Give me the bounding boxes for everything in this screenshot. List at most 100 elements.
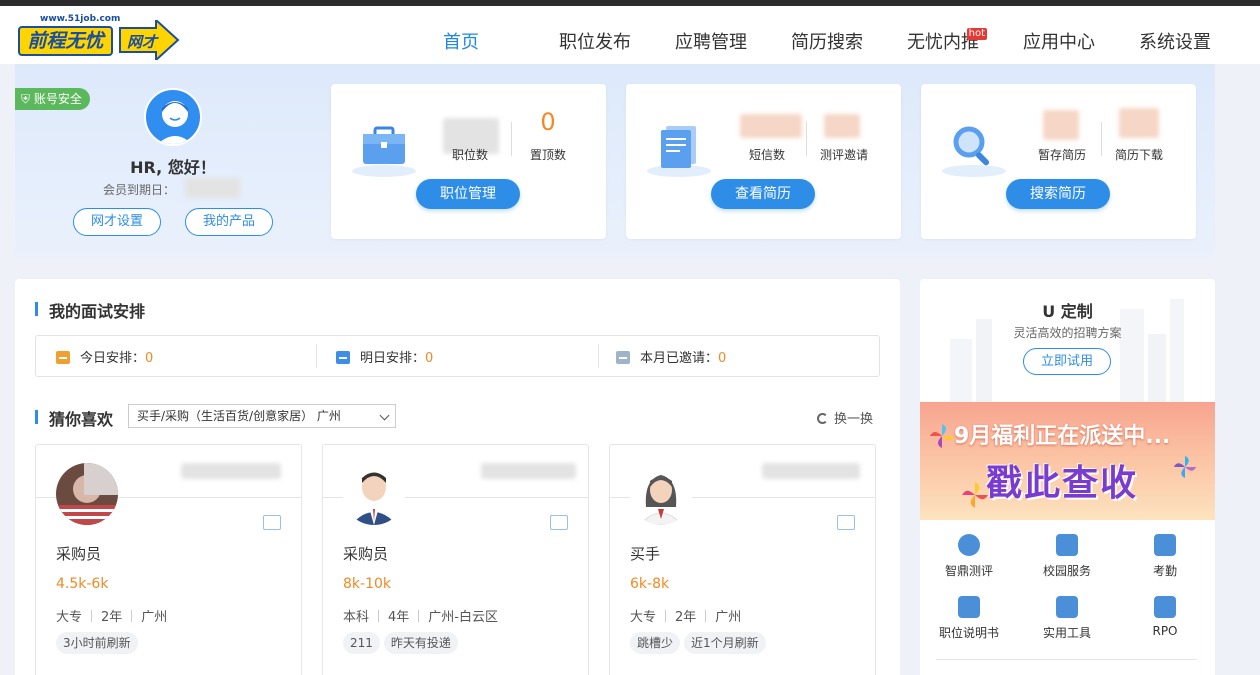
chevron-down-icon (379, 410, 390, 421)
divider (316, 344, 317, 368)
today-interviews[interactable]: 今日安排：0 (56, 347, 153, 366)
safe-badge-label: 账号安全 (33, 92, 82, 106)
candidate-city: 广州 (141, 610, 168, 625)
save-to-folder-icon[interactable] (550, 515, 568, 530)
tool-rpo[interactable]: RPO (1116, 596, 1214, 638)
u-custom-subtitle: 灵活高效的招聘方案 (1013, 326, 1122, 340)
candidate-info: 大专 2年 广州 (630, 606, 741, 625)
candidate-card[interactable]: 采购员 4.5k-6k 大专 2年 广州 3小时前刷新 (35, 444, 302, 675)
nav-system-settings[interactable]: 系统设置 (1117, 12, 1233, 64)
assessment-invite-label: 测评邀请 (819, 148, 868, 162)
tomorrow-interviews[interactable]: 明日安排：0 (336, 347, 433, 366)
job-category-select[interactable]: 买手/采购（生活百货/创意家居） 广州 (128, 404, 396, 428)
promo-banner[interactable]: 9月福利正在派送中... 戳此查收 (920, 402, 1215, 520)
toolbox-icon (1056, 596, 1078, 618)
candidate-meta-blurred (181, 463, 281, 479)
side-panel: U 定制 灵活高效的招聘方案 立即试用 9月福利正在派送中... 戳此查收 智鼎… (920, 279, 1215, 675)
logo-main-text: 前程无忧 (18, 26, 113, 56)
user-avatar[interactable] (144, 88, 202, 146)
nav-label: 职位发布 (559, 32, 631, 53)
calendar-icon (56, 351, 70, 364)
job-count-label: 职位数 (451, 148, 488, 162)
refresh-label: 换一换 (834, 412, 874, 427)
banner-cta-text: 戳此查收 (986, 463, 1139, 504)
pinwheel-icon (1173, 455, 1197, 479)
nav-application-mgmt[interactable]: 应聘管理 (653, 12, 769, 64)
candidate-experience: 4年 (388, 610, 410, 625)
nav-label: 系统设置 (1139, 32, 1211, 53)
candidate-job-title: 买手 (630, 545, 661, 563)
month-invited[interactable]: 本月已邀请：0 (616, 347, 726, 366)
candidate-education: 大专 (56, 610, 83, 625)
candidate-info: 大专 2年 广州 (56, 606, 167, 625)
interview-summary: 今日安排：0 明日安排：0 本月已邀请：0 (35, 335, 880, 377)
tomorrow-label: 明日安排： (360, 351, 426, 366)
tool-campus-service[interactable]: 校园服务 (1018, 534, 1116, 579)
talent-settings-button[interactable]: 网才设置 (73, 208, 161, 236)
nav-resume-search[interactable]: 简历搜索 (769, 12, 885, 64)
select-value: 买手/采购（生活百货/创意家居） 广州 (137, 409, 341, 423)
top-count-value: 0 (540, 108, 556, 136)
candidate-card[interactable]: 采购员 8k-10k 本科 4年 广州-白云区 211 昨天有投递 (322, 444, 589, 675)
briefcase-icon (352, 126, 416, 177)
main-nav: 首页 职位发布 应聘管理 简历搜索 无忧内推 hot 应用中心 系统设置 (421, 12, 1233, 70)
tool-job-description[interactable]: 职位说明书 (920, 596, 1018, 641)
tool-utilities[interactable]: 实用工具 (1018, 596, 1116, 641)
nav-home[interactable]: 首页 (421, 12, 501, 70)
document-icon (647, 126, 711, 177)
candidate-meta-blurred (481, 463, 576, 479)
nav-referral[interactable]: 无忧内推 hot (885, 12, 1001, 64)
candidate-tags: 跳槽少 近1个月刷新 (630, 632, 770, 654)
resume-download-count-blurred (1119, 108, 1159, 138)
candidate-job-title: 采购员 (56, 545, 102, 563)
assessment-count-blurred (824, 114, 860, 138)
divider (598, 344, 599, 368)
interview-section-title: 我的面试安排 (35, 298, 145, 322)
hot-badge: hot (966, 28, 987, 40)
candidate-card[interactable]: 买手 6k-8k 大专 2年 广州 跳槽少 近1个月刷新 (609, 444, 876, 675)
tool-zhiding-assessment[interactable]: 智鼎测评 (920, 534, 1018, 579)
overview-panel: ⛨ 账号安全 HR, 您好！ 会员到期日： 网才设置 我的产品 职位数 0 置顶… (15, 64, 1215, 259)
brain-head-icon (958, 534, 980, 556)
resume-card: 短信数 测评邀请 查看简历 (626, 84, 901, 239)
nav-label: 简历搜索 (791, 32, 863, 53)
candidate-city: 广州 (715, 610, 742, 625)
save-to-folder-icon[interactable] (837, 515, 855, 530)
search-resume-button[interactable]: 搜索简历 (1006, 179, 1110, 209)
top-count-label: 置顶数 (529, 148, 566, 162)
nav-label: 首页 (443, 32, 479, 53)
nav-job-post[interactable]: 职位发布 (537, 12, 653, 64)
view-resume-button[interactable]: 查看简历 (711, 179, 815, 209)
candidate-photo (56, 463, 118, 525)
logo-sub-text: 网才 (126, 33, 157, 51)
candidate-tag: 跳槽少 (630, 632, 681, 654)
candidate-tag: 近1个月刷新 (684, 632, 766, 654)
saved-resume-count-blurred (1043, 110, 1079, 140)
try-now-button[interactable]: 立即试用 (1023, 348, 1111, 375)
candidate-photo-image (56, 463, 118, 525)
calendar-icon (336, 351, 350, 364)
month-value: 0 (718, 351, 727, 366)
search-card: 暂存简历 简历下载 搜索简历 (921, 84, 1196, 239)
guess-section-title: 猜你喜欢 (35, 406, 113, 430)
tool-attendance[interactable]: 考勤 (1116, 534, 1214, 579)
my-products-button[interactable]: 我的产品 (185, 208, 273, 236)
graduation-cap-icon (1056, 534, 1078, 556)
tool-label: 职位说明书 (938, 626, 999, 640)
pinwheel-icon (930, 424, 954, 448)
main-panel: 我的面试安排 今日安排：0 明日安排：0 本月已邀请：0 猜你喜欢 买手/采购（… (15, 279, 900, 675)
logo-51job[interactable]: www.51job.com 前程无忧 网才 (18, 14, 182, 62)
today-label: 今日安排： (80, 351, 146, 366)
nav-app-center[interactable]: 应用中心 (1001, 12, 1117, 64)
save-to-folder-icon[interactable] (263, 515, 281, 530)
refresh-button[interactable]: 换一换 (817, 408, 873, 427)
candidate-experience: 2年 (675, 610, 697, 625)
logo-url: www.51job.com (40, 14, 121, 24)
candidate-tag: 3小时前刷新 (56, 632, 138, 654)
account-safe-badge[interactable]: ⛨ 账号安全 (15, 88, 90, 110)
job-management-button[interactable]: 职位管理 (416, 179, 520, 209)
candidate-experience: 2年 (101, 610, 123, 625)
candidate-education: 大专 (630, 610, 657, 625)
shield-icon: ⛨ (21, 92, 31, 106)
saved-resume-label: 暂存简历 (1037, 148, 1086, 162)
